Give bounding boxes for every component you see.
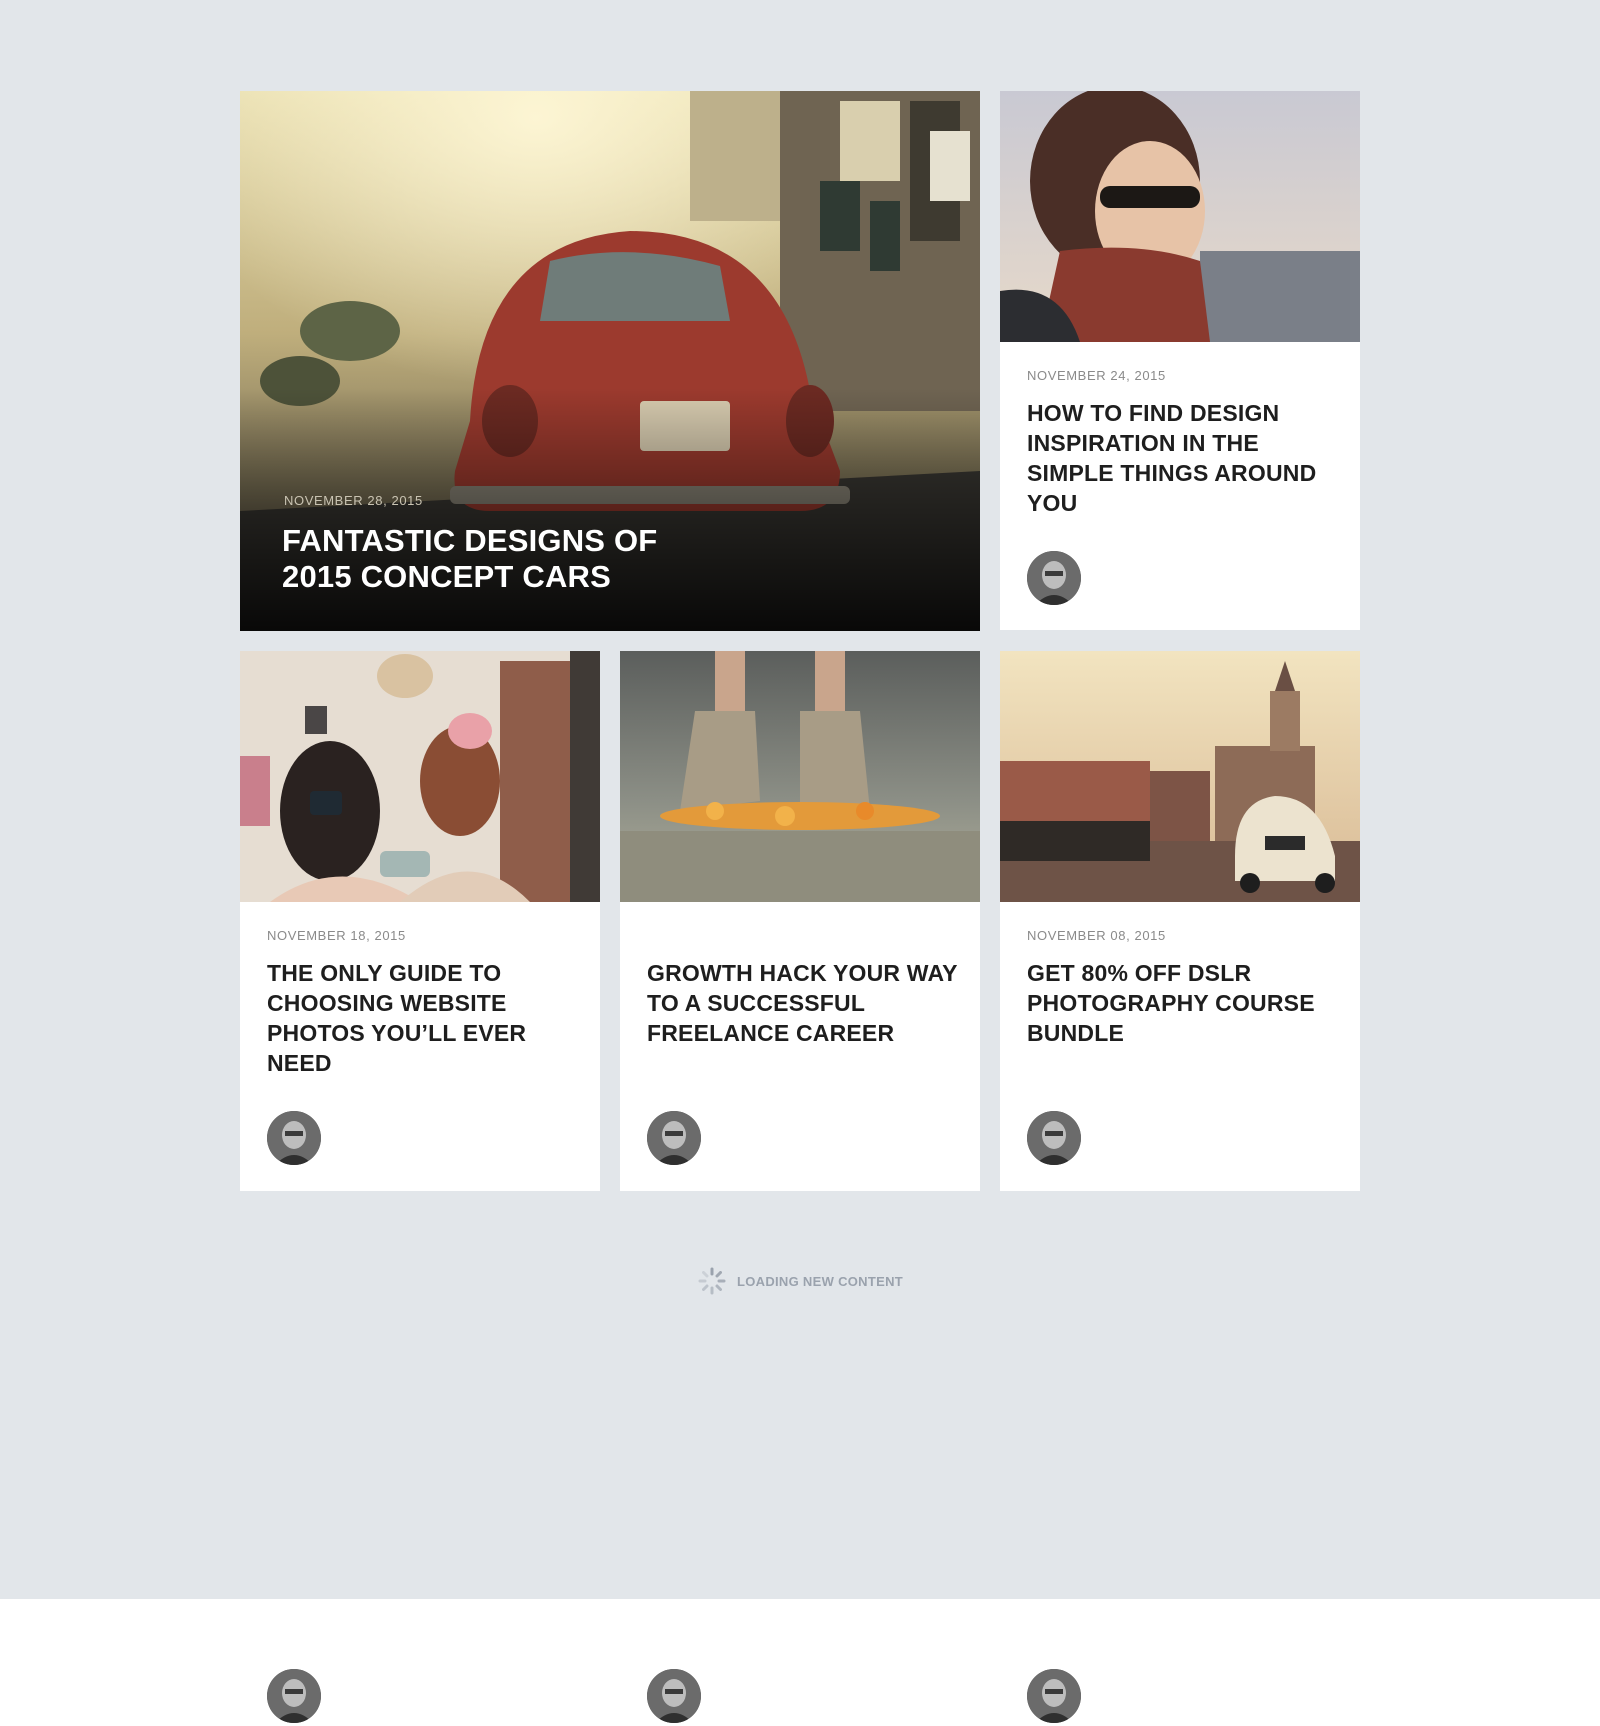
boots-and-flowers-photo xyxy=(620,651,980,902)
author-avatar[interactable] xyxy=(1027,551,1081,605)
spinner-icon xyxy=(697,1266,727,1296)
post-date: NOVEMBER 24, 2015 xyxy=(1027,368,1166,383)
loading-label: LOADING NEW CONTENT xyxy=(736,1273,904,1289)
post-title[interactable]: FANTASTIC DESIGNS OF 2015 CONCEPT CARS xyxy=(282,523,720,595)
post-date: NOVEMBER 28, 2015 xyxy=(284,493,423,508)
town-square-vintage-car-photo xyxy=(1000,651,1360,902)
author-avatar[interactable] xyxy=(267,1111,321,1165)
post-card[interactable]: GROWTH HACK YOUR WAY TO A SUCCESSFUL FRE… xyxy=(620,651,980,1191)
featured-post-card[interactable]: NOVEMBER 28, 2015 FANTASTIC DESIGNS OF 2… xyxy=(240,91,980,631)
post-date: NOVEMBER 08, 2015 xyxy=(1027,928,1166,943)
post-title[interactable]: THE ONLY GUIDE TO CHOOSING WEBSITE PHOTO… xyxy=(267,958,580,1078)
post-title[interactable]: HOW TO FIND DESIGN INSPIRATION IN THE SI… xyxy=(1027,398,1340,518)
author-avatar[interactable] xyxy=(1027,1111,1081,1165)
woman-sunglasses-photo xyxy=(1000,91,1360,342)
post-title[interactable]: GET 80% OFF DSLR PHOTOGRAPHY COURSE BUND… xyxy=(1027,958,1340,1048)
girls-with-camera-photo xyxy=(240,651,600,902)
post-title[interactable]: GROWTH HACK YOUR WAY TO A SUCCESSFUL FRE… xyxy=(647,958,960,1048)
post-card[interactable]: NOVEMBER 18, 2015 THE ONLY GUIDE TO CHOO… xyxy=(240,651,600,1191)
loading-indicator: LOADING NEW CONTENT xyxy=(0,1266,1600,1296)
post-card[interactable]: NOVEMBER 24, 2015 HOW TO FIND DESIGN INS… xyxy=(1000,91,1360,630)
author-avatar[interactable] xyxy=(647,1669,701,1723)
author-avatar[interactable] xyxy=(267,1669,321,1723)
author-avatar[interactable] xyxy=(1027,1669,1081,1723)
author-avatar[interactable] xyxy=(647,1111,701,1165)
post-card[interactable]: NOVEMBER 08, 2015 GET 80% OFF DSLR PHOTO… xyxy=(1000,651,1360,1191)
next-row-preview xyxy=(0,1599,1600,1726)
post-date: NOVEMBER 18, 2015 xyxy=(267,928,406,943)
